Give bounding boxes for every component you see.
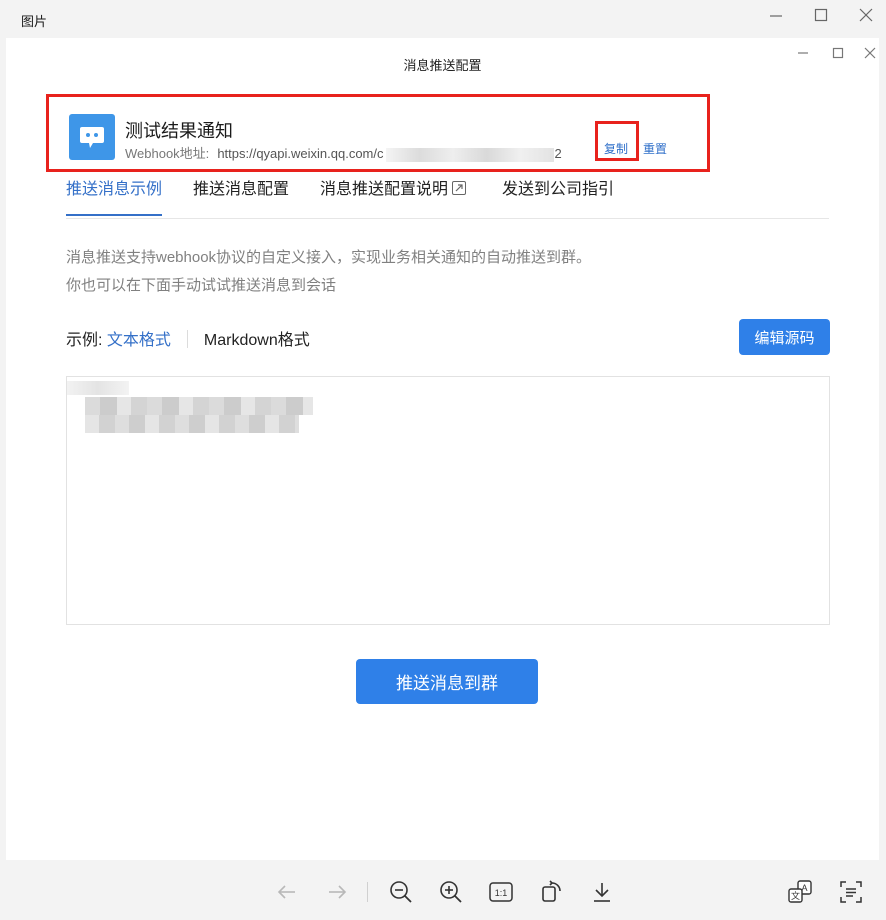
translate-icon[interactable]: A文: [787, 879, 813, 905]
toolbar-divider: [367, 882, 368, 902]
description-line-1: 消息推送支持webhook协议的自定义接入，实现业务相关通知的自动推送到群。: [66, 249, 592, 266]
actual-size-label: 1:1: [495, 888, 508, 898]
ocr-text-icon[interactable]: [838, 879, 864, 905]
example-markdown-format[interactable]: Markdown格式: [204, 332, 310, 349]
divider: [186, 330, 188, 348]
viewer-toolbar: 1:1 A文: [0, 864, 886, 920]
arrow-left-icon[interactable]: [274, 879, 300, 905]
example-text-format[interactable]: 文本格式: [107, 332, 171, 349]
minimize-icon[interactable]: [794, 44, 812, 62]
redacted-content-mask: [85, 397, 313, 415]
bot-avatar: [69, 114, 115, 160]
tab-push-example[interactable]: 推送消息示例: [66, 180, 163, 216]
maximize-icon[interactable]: [829, 44, 847, 62]
zoom-out-icon[interactable]: [388, 879, 414, 905]
tab-company-guide[interactable]: 发送到公司指引: [502, 180, 614, 214]
tab-bar: 推送消息示例 推送消息配置 消息推送配置说明 发送到公司指引: [66, 176, 829, 219]
reset-link[interactable]: 重置: [643, 140, 667, 157]
maximize-icon[interactable]: [811, 5, 831, 25]
svg-text:文: 文: [791, 890, 800, 901]
description-line-2: 你也可以在下面手动试试推送消息到会话: [66, 277, 337, 294]
copy-link[interactable]: 复制: [604, 140, 628, 157]
redacted-content-mask: [67, 381, 129, 395]
dialog-title: 消息推送配置: [403, 58, 482, 73]
chat-bubble-icon: [80, 127, 104, 148]
edit-source-button[interactable]: 编辑源码: [739, 319, 830, 355]
example-selector: 示例: 文本格式 Markdown格式: [66, 326, 310, 350]
arrow-right-icon[interactable]: [324, 879, 350, 905]
redacted-url-mask: [385, 147, 554, 162]
webhook-label: Webhook地址:: [125, 146, 210, 161]
minimize-icon[interactable]: [766, 6, 786, 26]
webhook-line: Webhook地址: https://qyapi.weixin.qq.com/c 2: [125, 143, 562, 162]
bot-header: 测试结果通知 Webhook地址: https://qyapi.weixin.qq…: [46, 94, 710, 172]
push-config-dialog: 消息推送配置 测试结果通知 Webhook地址: https://qyapi.we…: [6, 38, 879, 860]
zoom-in-icon[interactable]: [438, 879, 464, 905]
tab-config-docs-label: 消息推送配置说明: [320, 181, 449, 198]
webhook-url: https://qyapi.weixin.qq.com/c: [217, 146, 384, 161]
webhook-url-tail: 2: [554, 146, 562, 161]
viewer-titlebar: 图片: [0, 0, 886, 38]
example-label: 示例:: [66, 332, 103, 349]
rotate-icon[interactable]: [539, 879, 565, 905]
download-icon[interactable]: [589, 879, 615, 905]
tab-push-config[interactable]: 推送消息配置: [193, 180, 289, 214]
close-icon[interactable]: [861, 44, 879, 62]
viewer-title: 图片: [21, 14, 48, 29]
external-link-icon: [452, 181, 467, 195]
close-icon[interactable]: [856, 5, 876, 25]
bot-name: 测试结果通知: [125, 121, 233, 141]
actual-size-icon[interactable]: 1:1: [488, 879, 514, 905]
push-message-button[interactable]: 推送消息到群: [356, 659, 538, 704]
tab-config-docs[interactable]: 消息推送配置说明: [320, 180, 467, 214]
redacted-content-mask: [85, 415, 299, 433]
message-editor[interactable]: [66, 376, 830, 625]
